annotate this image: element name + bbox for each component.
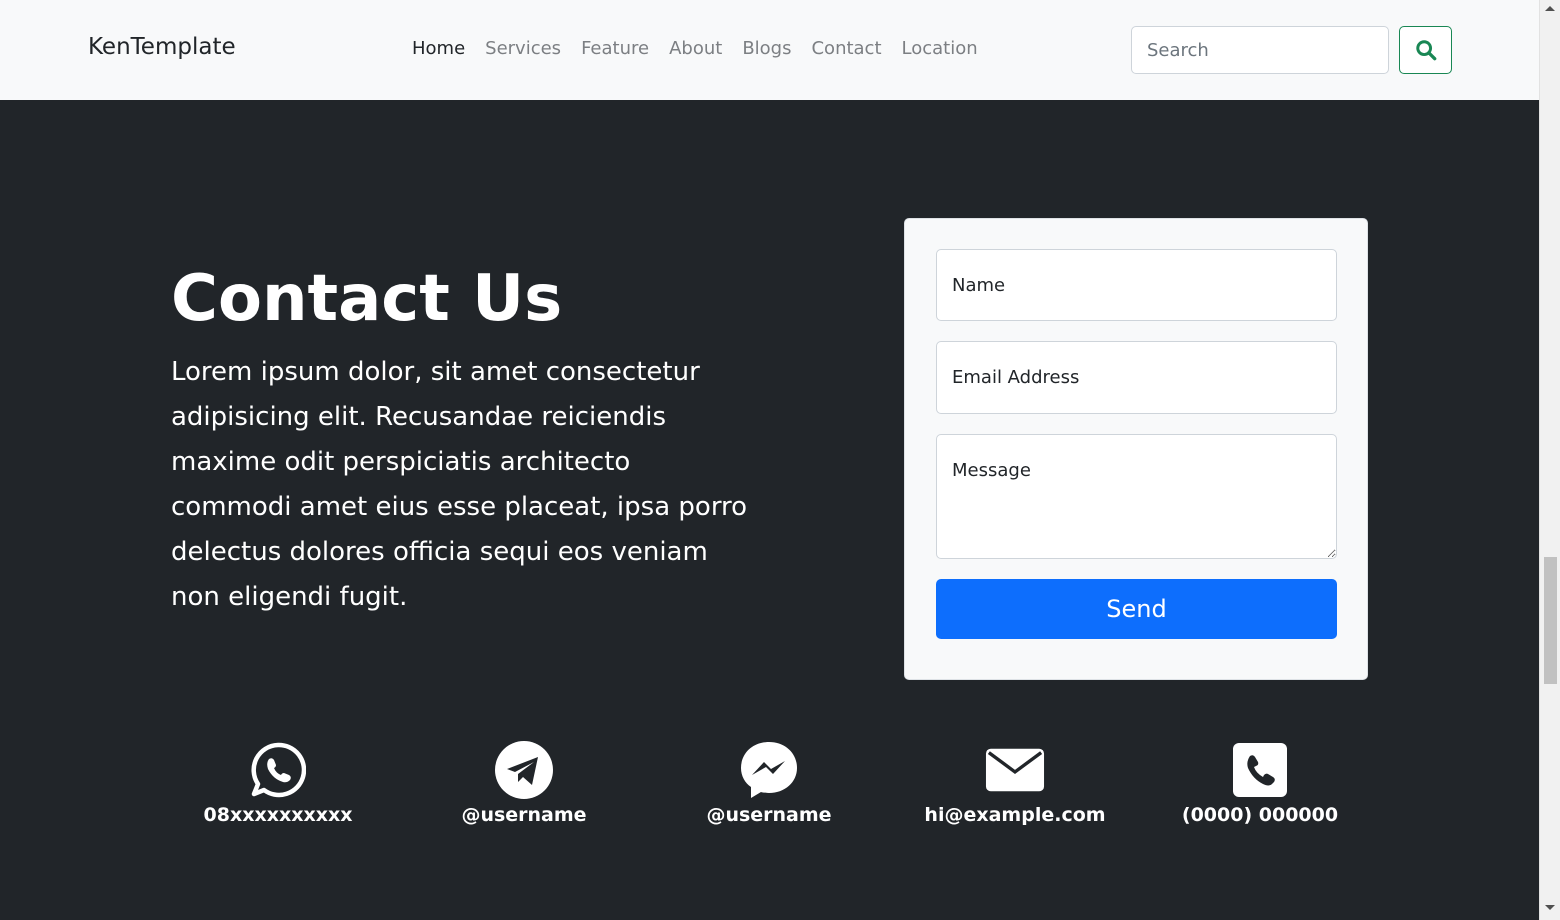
phone-icon (1230, 740, 1290, 800)
brand-logo[interactable]: KenTemplate (88, 34, 236, 60)
nav-link-services[interactable]: Services (485, 38, 561, 59)
envelope-icon (985, 740, 1045, 800)
contact-messenger[interactable]: @username (659, 740, 879, 840)
contact-phone[interactable]: (0000) 000000 (1150, 740, 1370, 840)
nav-link-location[interactable]: Location (902, 38, 978, 59)
nav-link-about[interactable]: About (669, 38, 722, 59)
page-title: Contact Us (171, 262, 563, 336)
nav-links: Home Services Feature About Blogs Contac… (412, 38, 998, 59)
telegram-icon (494, 740, 554, 800)
contact-form: Send (904, 218, 1368, 680)
nav-link-home[interactable]: Home (412, 38, 465, 59)
search-input[interactable] (1131, 26, 1389, 74)
contact-description: Lorem ipsum dolor, sit amet consectetur … (171, 357, 748, 612)
nav-link-feature[interactable]: Feature (581, 38, 649, 59)
message-field[interactable] (936, 434, 1337, 559)
navbar: KenTemplate Home Services Feature About … (0, 0, 1539, 100)
scroll-up-icon[interactable] (1545, 6, 1555, 11)
messenger-label: @username (706, 804, 832, 826)
contact-whatsapp[interactable]: 08xxxxxxxxxx (168, 740, 388, 840)
email-label: hi@example.com (924, 804, 1106, 826)
contact-telegram[interactable]: @username (414, 740, 634, 840)
whatsapp-label: 08xxxxxxxxxx (203, 804, 353, 826)
phone-label: (0000) 000000 (1181, 804, 1339, 826)
nav-link-contact[interactable]: Contact (811, 38, 881, 59)
messenger-icon (739, 740, 799, 800)
email-field[interactable] (936, 341, 1337, 414)
telegram-label: @username (461, 804, 587, 826)
send-button[interactable]: Send (936, 579, 1337, 639)
contact-email[interactable]: hi@example.com (905, 740, 1125, 840)
name-field[interactable] (936, 249, 1337, 321)
scroll-down-icon[interactable] (1545, 905, 1555, 910)
search-icon (1415, 40, 1436, 61)
search-button[interactable] (1399, 26, 1452, 74)
scrollbar[interactable] (1539, 0, 1560, 920)
nav-link-blogs[interactable]: Blogs (742, 38, 791, 59)
whatsapp-icon (248, 740, 308, 800)
scrollbar-thumb[interactable] (1544, 557, 1557, 684)
